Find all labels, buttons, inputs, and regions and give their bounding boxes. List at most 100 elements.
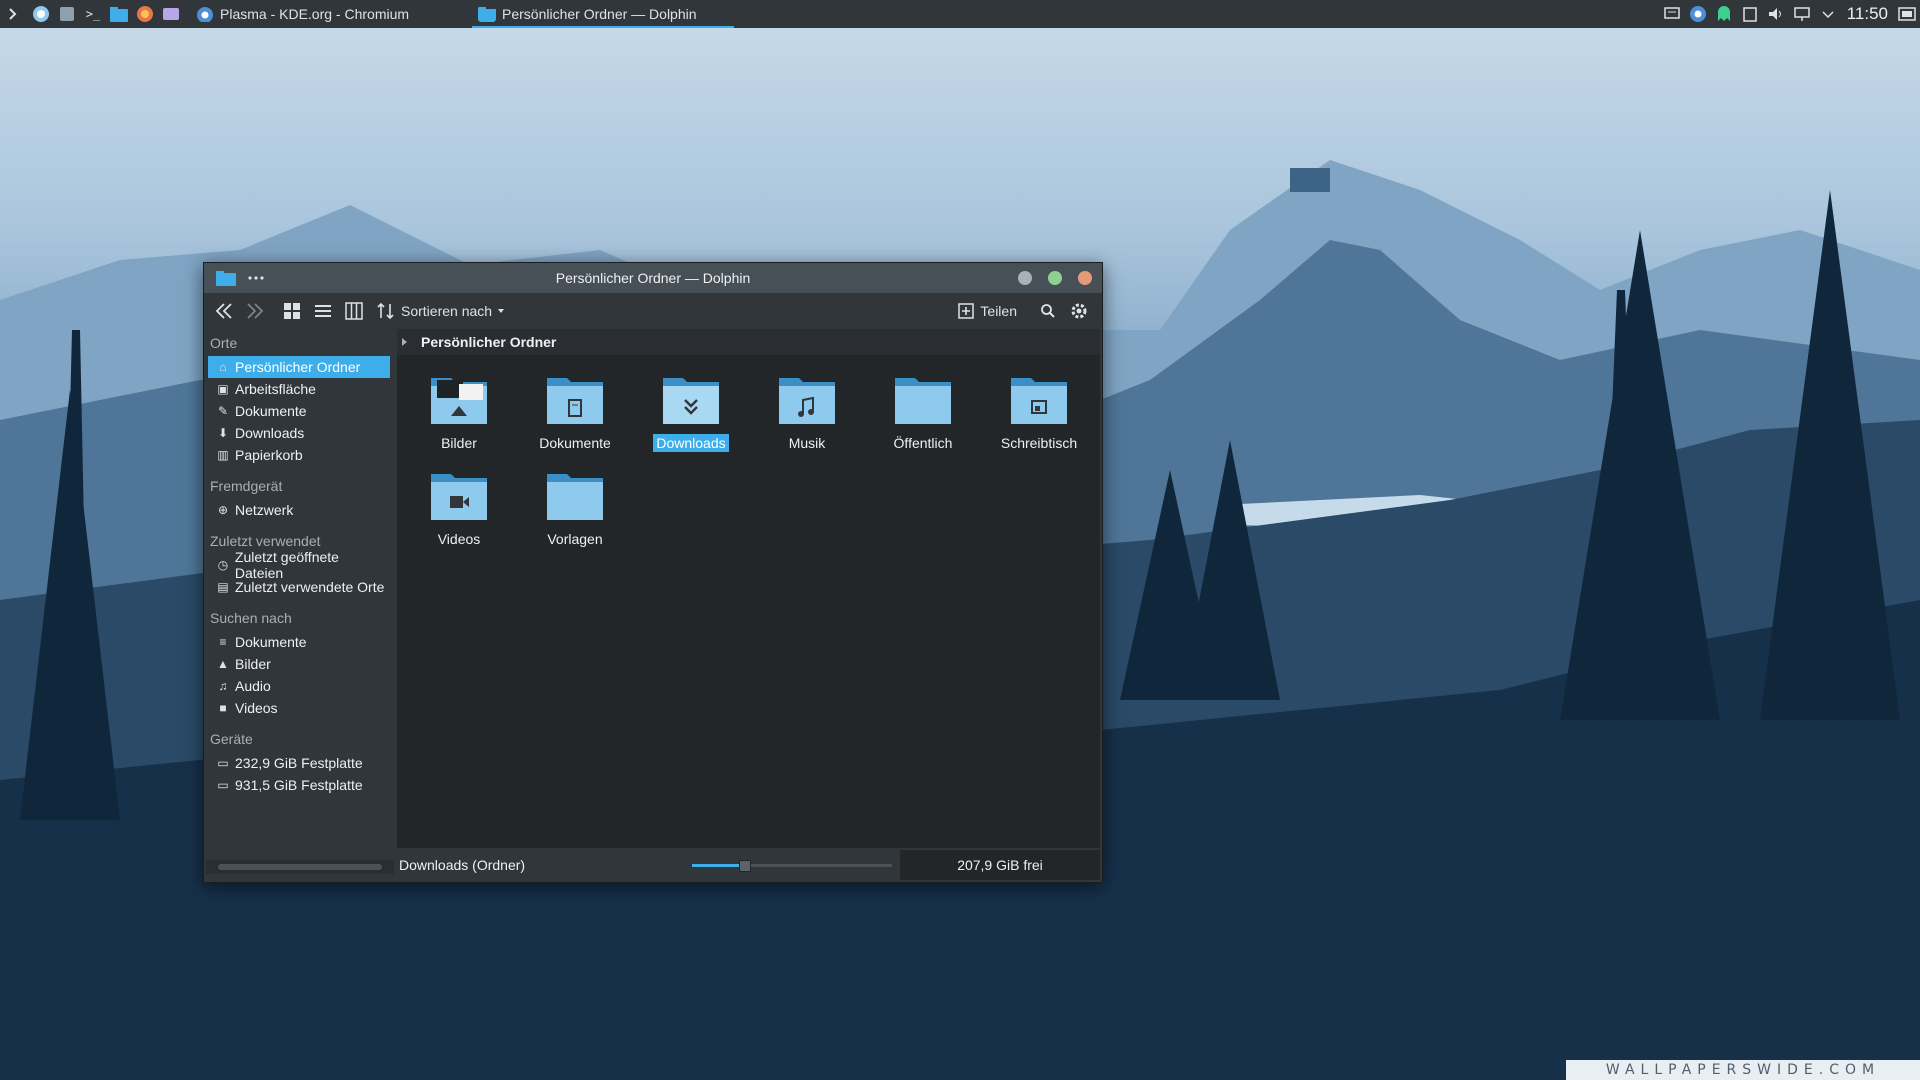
breadcrumb-arrow-icon[interactable] <box>401 337 409 347</box>
minimize-button[interactable] <box>1018 271 1032 285</box>
share-icon <box>958 303 975 319</box>
clipboard-icon[interactable] <box>1737 0 1763 28</box>
search-documents[interactable]: ≡ Dokumente <box>208 631 390 653</box>
notes-icon[interactable] <box>1659 0 1685 28</box>
search-button[interactable] <box>1034 297 1062 325</box>
desktop-icon: ▣ <box>217 382 229 396</box>
chromium-launcher-icon[interactable] <box>30 4 52 24</box>
titlebar[interactable]: Persönlicher Ordner — Dolphin <box>204 263 1102 293</box>
breadcrumb: Persönlicher Ordner <box>397 329 1100 355</box>
lake <box>1220 495 1560 530</box>
gear-icon <box>1071 303 1087 319</box>
application-launcher-icon[interactable] <box>4 4 26 24</box>
place-desktop[interactable]: ▣ Arbeitsfläche <box>208 378 390 400</box>
folder-vorlagen[interactable]: Vorlagen <box>530 468 620 548</box>
status-bar: Downloads (Ordner) 207,9 GiB frei <box>397 848 1100 882</box>
details-view-button[interactable] <box>309 297 337 325</box>
folder-grid: Bilder Dokumente Downloads Musik Öffentl… <box>397 355 1100 848</box>
more-icon[interactable] <box>248 275 264 281</box>
network-tray-icon[interactable] <box>1789 0 1815 28</box>
downloads-folder-icon <box>663 378 719 424</box>
drive-icon: ▭ <box>217 756 229 770</box>
menu-button[interactable] <box>1065 297 1093 325</box>
chromium-tray-icon[interactable] <box>1685 0 1711 28</box>
grid-icon <box>284 303 300 319</box>
folder-bilder[interactable]: Bilder <box>414 372 504 452</box>
music-folder-icon <box>779 378 835 424</box>
folder-schreibtisch[interactable]: Schreibtisch <box>994 372 1084 452</box>
dropdown-arrow-icon <box>498 309 505 313</box>
sort-label: Sortieren nach <box>401 303 493 319</box>
firefox-launcher-icon[interactable] <box>134 4 156 24</box>
task-label: Persönlicher Ordner — Dolphin <box>502 6 697 22</box>
chromium-icon <box>197 7 213 22</box>
place-network[interactable]: ⊕ Netzwerk <box>208 499 390 521</box>
recent-places-icon: ▤ <box>217 580 229 594</box>
forward-button[interactable] <box>241 297 269 325</box>
place-home[interactable]: ⌂ Persönlicher Ordner <box>208 356 390 378</box>
place-label: Persönlicher Ordner <box>235 359 361 375</box>
pictures-folder-icon <box>431 378 487 424</box>
videos-folder-icon <box>431 474 487 520</box>
file-view: Persönlicher Ordner Bilder Dokumente Dow… <box>397 329 1100 882</box>
public-folder-icon <box>895 378 951 424</box>
close-button[interactable] <box>1078 271 1092 285</box>
sort-button[interactable]: Sortieren nach <box>371 297 510 325</box>
device-drive-2[interactable]: ▭ 931,5 GiB Festplatte <box>208 774 390 796</box>
share-button[interactable]: Teilen <box>952 297 1023 325</box>
place-recent-locations[interactable]: ▤ Zuletzt verwendete Orte <box>208 576 390 598</box>
show-desktop-icon[interactable] <box>1894 0 1920 28</box>
status-selection: Downloads (Ordner) <box>399 857 526 873</box>
folder-downloads[interactable]: Downloads <box>646 372 736 452</box>
trash-icon: ▥ <box>217 448 229 462</box>
chevron-up-icon[interactable] <box>1815 0 1841 28</box>
place-label: Downloads <box>235 425 305 441</box>
device-drive-1[interactable]: ▭ 232,9 GiB Festplatte <box>208 752 390 774</box>
folder-icon[interactable] <box>216 270 236 286</box>
place-recent-files[interactable]: ◷ Zuletzt geöffnete Dateien <box>208 549 390 581</box>
maximize-button[interactable] <box>1048 271 1062 285</box>
clock[interactable]: 11:50 <box>1841 4 1894 24</box>
folder-oeffentlich[interactable]: Öffentlich <box>878 372 968 452</box>
folder-musik[interactable]: Musik <box>762 372 852 452</box>
place-documents[interactable]: ✎ Dokumente <box>208 400 390 422</box>
group-title: Orte <box>210 335 238 351</box>
window-title: Persönlicher Ordner — Dolphin <box>555 270 751 286</box>
place-label: Dokumente <box>235 403 307 419</box>
place-label: Arbeitsfläche <box>235 381 316 397</box>
place-downloads[interactable]: ⬇ Downloads <box>208 422 390 444</box>
folder-launcher-icon[interactable] <box>108 4 130 24</box>
folder-label: Bilder <box>441 435 477 451</box>
sort-icon <box>377 302 394 320</box>
back-button[interactable] <box>210 297 238 325</box>
scrollbar-thumb[interactable] <box>218 864 382 870</box>
place-trash[interactable]: ▥ Papierkorb <box>208 444 390 466</box>
search-images[interactable]: ▲ Bilder <box>208 653 390 675</box>
breadcrumb-current[interactable]: Persönlicher Ordner <box>421 334 556 350</box>
search-audio[interactable]: ♫ Audio <box>208 675 390 697</box>
task-dolphin[interactable]: Persönlicher Ordner — Dolphin <box>472 0 734 28</box>
mail-launcher-icon[interactable] <box>160 4 182 24</box>
sidebar-scrollbar[interactable] <box>206 860 394 874</box>
folder-videos[interactable]: Videos <box>414 468 504 548</box>
lookout-tower <box>1290 168 1330 192</box>
volume-icon[interactable] <box>1763 0 1789 28</box>
image-icon: ▲ <box>217 657 229 671</box>
zoom-slider-handle[interactable] <box>739 860 751 872</box>
columns-view-button[interactable] <box>340 297 368 325</box>
search-videos[interactable]: ■ Videos <box>208 697 390 719</box>
ghost-icon[interactable] <box>1711 0 1737 28</box>
home-icon: ⌂ <box>219 360 227 374</box>
place-label: Audio <box>235 678 271 694</box>
task-chromium[interactable]: Plasma - KDE.org - Chromium <box>190 0 472 28</box>
folder-dokumente[interactable]: Dokumente <box>530 372 620 452</box>
editor-launcher-icon[interactable] <box>56 4 78 24</box>
free-space-label: 207,9 GiB frei <box>957 857 1043 873</box>
documents-icon: ✎ <box>217 404 229 418</box>
place-label: 931,5 GiB Festplatte <box>235 777 363 793</box>
zoom-slider[interactable] <box>692 860 892 872</box>
terminal-launcher-icon[interactable]: >_ <box>82 4 104 24</box>
dolphin-window: Persönlicher Ordner — Dolphin Sortieren … <box>203 262 1103 883</box>
icons-view-button[interactable] <box>278 297 306 325</box>
zoom-slider-fill <box>692 864 744 867</box>
